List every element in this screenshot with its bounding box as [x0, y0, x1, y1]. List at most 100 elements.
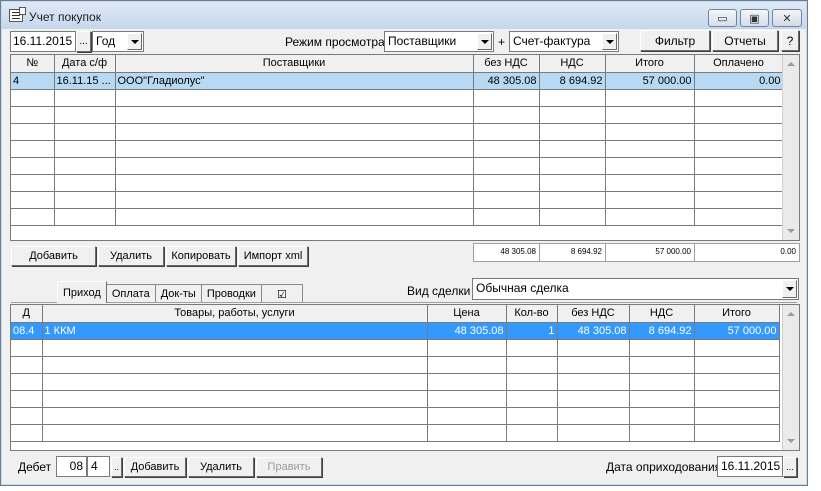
- deal-type-select[interactable]: Обычная сделка: [472, 278, 799, 300]
- supplier-row[interactable]: [11, 106, 784, 124]
- column-header[interactable]: Итого: [694, 305, 780, 323]
- item-row[interactable]: [11, 339, 780, 357]
- table-cell: [473, 174, 540, 192]
- table-cell: [694, 191, 784, 209]
- table-cell: [11, 174, 55, 192]
- supplier-row[interactable]: [11, 191, 784, 209]
- supplier-row[interactable]: 4 16.11.15 ... ООО"Гладиолус" 48 305.08 8 69…: [11, 72, 784, 90]
- tab-checkbox[interactable]: ☑: [260, 284, 303, 303]
- item-row[interactable]: [11, 407, 780, 425]
- tab-docs[interactable]: Док-ты: [154, 284, 202, 303]
- date-picker-button[interactable]: ...: [76, 31, 91, 52]
- tab-prihod[interactable]: Приход: [57, 281, 107, 303]
- supplier-row[interactable]: [11, 174, 784, 192]
- suppliers-grid[interactable]: № Дата с/ф Поставщики без НДС НДС Итого Оплаче…: [10, 54, 800, 241]
- scroll-up-icon[interactable]: [784, 306, 799, 322]
- table-cell: 48 305.08: [473, 72, 540, 90]
- view-mode-select[interactable]: Поставщики: [384, 31, 494, 52]
- add-item-button[interactable]: Добавить: [124, 457, 186, 477]
- add-supplier-button[interactable]: Добавить: [11, 246, 96, 266]
- supplier-row[interactable]: [11, 89, 784, 107]
- column-header[interactable]: Д: [11, 305, 43, 323]
- table-cell: [42, 356, 428, 374]
- table-cell: [629, 373, 695, 391]
- column-header[interactable]: Дата с/ф: [54, 55, 116, 73]
- items-scrollbar[interactable]: [782, 305, 799, 450]
- table-cell: [539, 106, 606, 124]
- item-row[interactable]: [11, 373, 780, 391]
- table-cell: [629, 407, 695, 425]
- reports-button[interactable]: Отчеты: [712, 30, 778, 51]
- tab-provodki[interactable]: Проводки: [200, 284, 262, 303]
- column-header[interactable]: без НДС: [557, 305, 630, 323]
- table-cell: [11, 157, 55, 175]
- debit-account-field[interactable]: 08: [56, 456, 87, 477]
- scroll-down-icon[interactable]: [784, 433, 799, 449]
- date-field[interactable]: 16.11.2015: [10, 31, 76, 52]
- table-cell: [605, 106, 695, 124]
- column-header[interactable]: НДС: [629, 305, 695, 323]
- deal-type-value: Обычная сделка: [476, 281, 569, 295]
- delete-supplier-button[interactable]: Удалить: [98, 246, 164, 266]
- table-cell: [115, 174, 474, 192]
- table-cell: [11, 339, 43, 357]
- deal-type-label: Вид сделки: [407, 284, 471, 298]
- debit-picker-button[interactable]: ..: [111, 457, 122, 477]
- total-net: 48 305.08: [474, 244, 540, 261]
- maximize-button[interactable]: ▣: [740, 9, 769, 27]
- table-cell: [42, 390, 428, 408]
- column-header[interactable]: Товары, работы, услуги: [42, 305, 428, 323]
- item-row[interactable]: 08.4 1 ККМ 48 305.08 1 48 305.08 8 694.92 57 0…: [11, 322, 780, 340]
- table-cell: [605, 174, 695, 192]
- close-icon: ✕: [782, 12, 792, 25]
- table-cell: [506, 356, 558, 374]
- delete-item-button[interactable]: Удалить: [188, 457, 254, 477]
- period-select[interactable]: Год: [92, 31, 144, 52]
- copy-button[interactable]: Копировать: [166, 246, 236, 266]
- supplier-row[interactable]: [11, 140, 784, 158]
- table-cell: [694, 89, 784, 107]
- doc-type-select[interactable]: Счет-фактура: [509, 31, 619, 52]
- debit-subaccount-field[interactable]: 4: [87, 456, 110, 477]
- import-xml-button[interactable]: Импорт xml: [238, 246, 308, 266]
- table-cell: [115, 191, 474, 209]
- column-header[interactable]: Поставщики: [115, 55, 474, 73]
- checkbox-icon: ☑: [277, 288, 287, 301]
- help-button[interactable]: ?: [781, 30, 799, 51]
- item-row[interactable]: [11, 356, 780, 374]
- supplier-row[interactable]: [11, 208, 784, 226]
- column-header[interactable]: Кол-во: [506, 305, 558, 323]
- column-header[interactable]: без НДС: [473, 55, 540, 73]
- table-cell: [605, 208, 695, 226]
- column-header[interactable]: №: [11, 55, 55, 73]
- table-cell: [694, 174, 784, 192]
- table-cell: [54, 208, 116, 226]
- item-row[interactable]: [11, 390, 780, 408]
- close-button[interactable]: ✕: [772, 9, 802, 27]
- supplier-row[interactable]: [11, 157, 784, 175]
- posting-date-picker-button[interactable]: ...: [783, 457, 797, 477]
- tab-oplata[interactable]: Оплата: [105, 284, 156, 303]
- table-cell: [11, 407, 43, 425]
- scroll-up-icon[interactable]: [784, 56, 799, 72]
- table-cell: [539, 140, 606, 158]
- edit-item-button[interactable]: Править: [256, 457, 322, 477]
- item-row[interactable]: [11, 424, 780, 442]
- scroll-down-icon[interactable]: [784, 223, 799, 239]
- column-header[interactable]: НДС: [539, 55, 606, 73]
- table-cell: 4: [11, 72, 55, 90]
- filter-button[interactable]: Фильтр: [640, 30, 710, 51]
- minimize-button[interactable]: ▭: [708, 9, 737, 27]
- items-grid[interactable]: Д Товары, работы, услуги Цена Кол-во без НДС…: [10, 304, 800, 451]
- table-cell: [506, 339, 558, 357]
- table-cell: [694, 407, 780, 425]
- column-header[interactable]: Цена: [427, 305, 507, 323]
- supplier-row[interactable]: [11, 123, 784, 141]
- column-header[interactable]: Итого: [605, 55, 695, 73]
- table-cell: [54, 123, 116, 141]
- table-cell: [11, 123, 55, 141]
- posting-date-field[interactable]: 16.11.2015: [717, 456, 783, 477]
- column-header[interactable]: Оплачено: [694, 55, 784, 73]
- table-cell: [473, 157, 540, 175]
- suppliers-scrollbar[interactable]: [782, 55, 799, 240]
